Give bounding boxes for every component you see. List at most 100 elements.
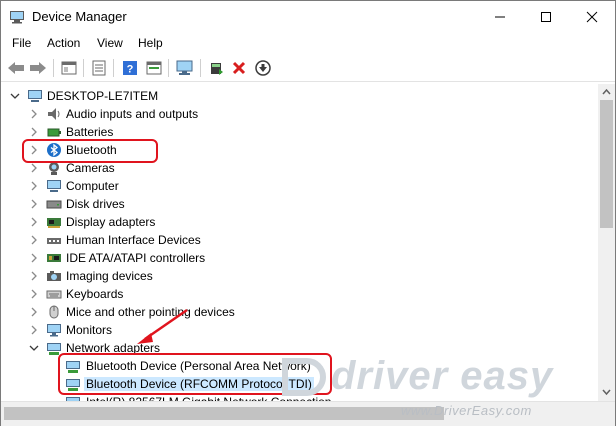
- tree-category-label: Display adapters: [66, 215, 156, 229]
- tree-category-row[interactable]: IDE ATA/ATAPI controllers: [1, 249, 597, 267]
- toolbar-separator: [200, 59, 201, 77]
- expand-chevron-icon[interactable]: [28, 162, 40, 174]
- watermark-logo: driver easy: [331, 354, 554, 398]
- tree-category-label: Batteries: [66, 125, 114, 139]
- menu-view[interactable]: View: [97, 36, 123, 50]
- red-x-icon: [232, 61, 246, 75]
- title-bar: Device Manager: [1, 1, 615, 33]
- properties-button[interactable]: [144, 58, 164, 78]
- scroll-up-icon[interactable]: [602, 88, 611, 95]
- tree-category-row[interactable]: Monitors: [1, 321, 597, 339]
- watermark-url: www.DriverEasy.com: [401, 403, 532, 418]
- expand-chevron-icon[interactable]: [28, 324, 40, 336]
- menu-bar: File Action View Help: [1, 33, 615, 53]
- red-arrow-icon: [137, 308, 188, 344]
- hid-icon: [47, 238, 61, 244]
- toolbar-separator: [53, 59, 54, 77]
- close-icon: [586, 11, 598, 23]
- device-manager-window: Device Manager File Action View Help ? D…: [0, 0, 616, 426]
- bluetooth-highlight-box: [22, 139, 158, 163]
- scan-hardware-button[interactable]: [175, 58, 195, 78]
- window-title: Device Manager: [32, 9, 127, 24]
- vertical-scrollbar[interactable]: [598, 84, 615, 401]
- tree-category-label: Audio inputs and outputs: [66, 107, 199, 121]
- tree-category-label: Monitors: [66, 323, 113, 337]
- imaging-device-icon: [47, 271, 61, 281]
- driver-easy-logo-icon: [282, 358, 326, 396]
- keyboard-icon: [46, 290, 62, 299]
- expand-chevron-icon[interactable]: [28, 180, 40, 192]
- maximize-icon: [541, 12, 551, 22]
- display-adapter-icon: [47, 218, 61, 228]
- tree-category-label: Cameras: [66, 161, 115, 175]
- ide-controller-icon: [47, 254, 61, 262]
- toolbar-separator: [83, 59, 84, 77]
- enable-device-button[interactable]: [253, 58, 273, 78]
- monitor-icon: [47, 324, 61, 337]
- battery-icon: [47, 128, 61, 137]
- vertical-scroll-thumb[interactable]: [600, 100, 613, 228]
- tree-category-row[interactable]: Display adapters: [1, 213, 597, 231]
- menu-action[interactable]: Action: [47, 36, 80, 50]
- tree-category-row[interactable]: Disk drives: [1, 195, 597, 213]
- expand-chevron-icon[interactable]: [28, 108, 40, 120]
- expand-chevron-icon[interactable]: [28, 270, 40, 282]
- back-button[interactable]: [6, 58, 26, 78]
- tree-root-label: DESKTOP-LE7ITEM: [47, 89, 159, 103]
- download-arrow-icon: [255, 60, 271, 76]
- update-driver-button[interactable]: [206, 58, 226, 78]
- tree-category-label: IDE ATA/ATAPI controllers: [66, 251, 206, 265]
- update-driver-icon: [211, 63, 223, 75]
- console-tree-icon: [61, 61, 77, 75]
- tree-category-label: Disk drives: [66, 197, 125, 211]
- horizontal-scroll-thumb[interactable]: [4, 407, 444, 420]
- computer-icon: [28, 90, 42, 102]
- scan-monitor-icon: [176, 60, 193, 75]
- expand-chevron-icon[interactable]: [28, 198, 40, 210]
- tree-category-row[interactable]: Audio inputs and outputs: [1, 105, 597, 123]
- help-button[interactable]: ?: [120, 58, 140, 78]
- expand-chevron-icon[interactable]: [28, 126, 40, 138]
- tree-category-row[interactable]: Computer: [1, 177, 597, 195]
- tree-category-row[interactable]: Keyboards: [1, 285, 597, 303]
- expand-chevron-icon[interactable]: [28, 216, 40, 228]
- tree-category-label: Computer: [66, 179, 119, 193]
- help-icon: ?: [123, 61, 137, 76]
- show-hide-tree-button[interactable]: [59, 58, 79, 78]
- disk-drive-icon: [46, 200, 62, 209]
- network-adapter-icon: [66, 397, 80, 401]
- expand-chevron-icon[interactable]: [28, 306, 40, 318]
- tree-category-label: Imaging devices: [66, 269, 153, 283]
- tree-category-row[interactable]: Mice and other pointing devices: [1, 303, 597, 321]
- menu-help[interactable]: Help: [138, 36, 163, 50]
- computer-icon: [47, 180, 61, 192]
- toolbar-separator: [168, 59, 169, 77]
- menu-file[interactable]: File: [12, 36, 31, 50]
- properties-view-button[interactable]: [89, 58, 109, 78]
- tree-category-row[interactable]: Human Interface Devices: [1, 231, 597, 249]
- tree-root-row[interactable]: DESKTOP-LE7ITEM: [1, 87, 597, 105]
- expand-chevron-icon[interactable]: [28, 288, 40, 300]
- minimize-icon: [495, 16, 505, 18]
- tree-category-label: Human Interface Devices: [66, 233, 201, 247]
- mouse-icon: [49, 305, 59, 319]
- uninstall-device-button[interactable]: [229, 58, 249, 78]
- tree-category-row[interactable]: Imaging devices: [1, 267, 597, 285]
- collapse-chevron-icon[interactable]: [28, 342, 40, 354]
- collapse-chevron-icon[interactable]: [9, 90, 21, 102]
- expand-chevron-icon[interactable]: [28, 234, 40, 246]
- minimize-button[interactable]: [477, 1, 523, 33]
- scroll-down-icon[interactable]: [602, 389, 611, 396]
- forward-arrow-icon: [30, 62, 46, 74]
- toolbar: ?: [1, 55, 615, 82]
- speaker-icon: [48, 108, 60, 120]
- list-view-icon: [92, 60, 106, 76]
- back-arrow-icon: [8, 62, 24, 74]
- forward-button[interactable]: [28, 58, 48, 78]
- device-manager-icon: [10, 11, 24, 24]
- maximize-button[interactable]: [523, 1, 569, 33]
- expand-chevron-icon[interactable]: [28, 252, 40, 264]
- close-button[interactable]: [569, 1, 615, 33]
- properties-icon: [146, 61, 162, 75]
- toolbar-separator: [113, 59, 114, 77]
